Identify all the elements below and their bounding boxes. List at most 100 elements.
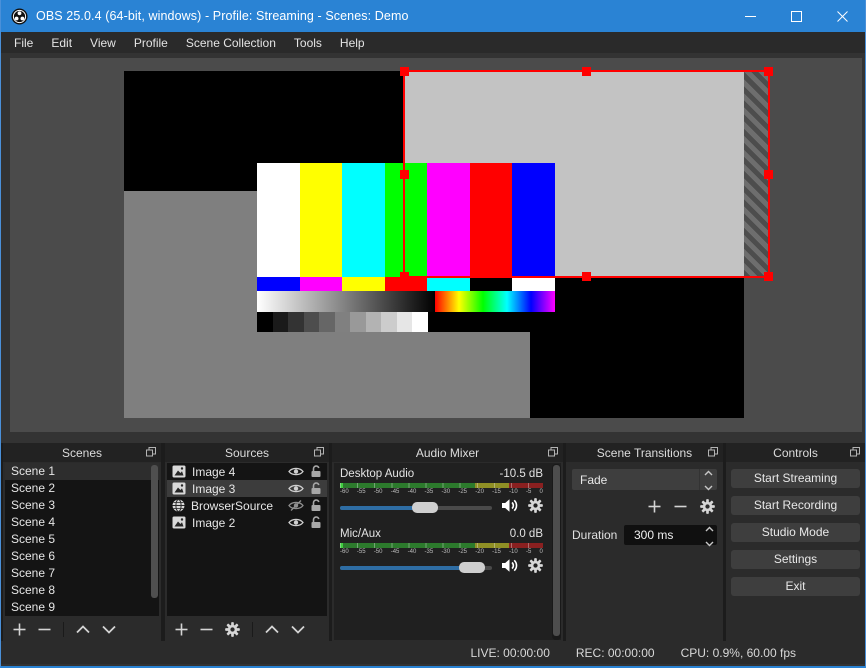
move-source-up-button[interactable] [265, 624, 279, 634]
selection-handle-bottom-middle[interactable] [582, 272, 591, 281]
sources-panel-header: Sources [165, 443, 329, 462]
lock-icon[interactable] [310, 499, 322, 512]
selection-handle-middle-right[interactable] [764, 169, 773, 179]
chevron-down-icon[interactable] [704, 480, 713, 494]
dock-float-icon[interactable] [314, 447, 324, 457]
menu-item-view[interactable]: View [81, 36, 125, 50]
scene-item[interactable]: Scene 8 [5, 582, 159, 599]
controls-panel-title: Controls [773, 445, 818, 460]
globe-icon [172, 499, 185, 512]
remove-transition-button[interactable] [674, 500, 687, 513]
meter-tick-label: -20 [475, 489, 484, 495]
add-transition-button[interactable] [648, 500, 661, 513]
pattern-step [365, 312, 382, 332]
channel-gear-icon[interactable] [528, 497, 543, 518]
toolbar-separator [63, 621, 64, 637]
scene-item[interactable]: Scene 6 [5, 548, 159, 565]
move-source-down-button[interactable] [291, 625, 305, 634]
selection-handle-top-left[interactable] [400, 67, 409, 76]
source-item[interactable]: Image 3 [167, 480, 327, 497]
combo-spinner[interactable] [699, 469, 717, 491]
transition-select[interactable]: Fade [572, 469, 717, 491]
source-properties-gear-icon[interactable] [225, 621, 240, 637]
visibility-eye-icon[interactable] [288, 466, 304, 477]
channel-gear-icon[interactable] [528, 557, 543, 578]
close-button[interactable] [819, 0, 865, 32]
source-item[interactable]: Image 2 [167, 514, 327, 531]
dock-float-icon[interactable] [146, 447, 156, 457]
chevron-down-icon[interactable] [705, 536, 714, 550]
scene-item[interactable]: Scene 7 [5, 565, 159, 582]
lock-icon[interactable] [310, 516, 322, 529]
scene-item[interactable]: Scene 5 [5, 531, 159, 548]
selection-handle-bottom-left[interactable] [400, 272, 409, 281]
visibility-eye-icon[interactable] [288, 483, 304, 494]
mixer-scrollbar[interactable] [552, 464, 561, 640]
dock-float-icon[interactable] [850, 447, 860, 457]
menu-item-file[interactable]: File [5, 36, 42, 50]
controls-panel: Controls Start Streaming Start Recording S… [726, 443, 865, 642]
scene-item[interactable]: Scene 3 [5, 497, 159, 514]
volume-slider-handle[interactable] [459, 562, 486, 573]
source-item[interactable]: BrowserSource [167, 497, 327, 514]
volume-slider-handle[interactable] [412, 502, 439, 513]
source-name: BrowserSource [191, 498, 274, 513]
selection-handle-top-right[interactable] [764, 67, 773, 76]
menu-item-profile[interactable]: Profile [125, 36, 177, 50]
menu-item-help[interactable]: Help [331, 36, 374, 50]
volume-slider[interactable] [340, 502, 492, 513]
pattern-step [257, 312, 273, 332]
volume-slider[interactable] [340, 562, 492, 573]
settings-button[interactable]: Settings [731, 550, 860, 569]
selection-border[interactable] [400, 67, 773, 281]
start-streaming-button[interactable]: Start Streaming [731, 469, 860, 488]
remove-scene-button[interactable] [38, 623, 51, 636]
scenes-panel-header: Scenes [3, 443, 161, 462]
exit-button[interactable]: Exit [731, 577, 860, 596]
scene-item[interactable]: Scene 4 [5, 514, 159, 531]
menu-item-edit[interactable]: Edit [42, 36, 81, 50]
scrollbar-thumb[interactable] [553, 465, 560, 636]
add-source-button[interactable] [175, 623, 188, 636]
studio-mode-button[interactable]: Studio Mode [731, 523, 860, 542]
menu-item-tools[interactable]: Tools [285, 36, 331, 50]
pattern-step [396, 312, 413, 332]
move-scene-down-button[interactable] [102, 625, 116, 634]
add-scene-button[interactable] [13, 623, 26, 636]
source-item[interactable]: Image 4 [167, 463, 327, 480]
meter-tick-label: -25 [458, 489, 468, 495]
selection-handle-bottom-right[interactable] [764, 272, 773, 281]
scene-item[interactable]: Scene 1 [5, 463, 159, 480]
selection-handle-top-middle[interactable] [582, 67, 591, 76]
transition-properties-gear-icon[interactable] [700, 499, 715, 514]
meter-tick-label: -20 [475, 549, 484, 555]
pattern-square [512, 277, 556, 291]
move-scene-up-button[interactable] [76, 624, 90, 634]
visibility-eye-off-icon[interactable] [288, 500, 304, 511]
dock-float-icon[interactable] [708, 447, 718, 457]
duration-input[interactable]: 300 ms [624, 525, 717, 546]
scene-item[interactable]: Scene 9 [5, 599, 159, 616]
speaker-icon[interactable] [501, 558, 519, 578]
visibility-eye-icon[interactable] [288, 517, 304, 528]
chevron-up-icon[interactable] [704, 465, 713, 479]
lock-icon[interactable] [310, 482, 322, 495]
remove-source-button[interactable] [200, 623, 213, 636]
meter-tick-label: -45 [390, 549, 400, 555]
lock-icon[interactable] [310, 465, 322, 478]
pattern-square [342, 277, 385, 291]
minimize-button[interactable] [727, 0, 773, 32]
duration-spinner[interactable] [705, 521, 717, 550]
scrollbar-thumb[interactable] [151, 465, 158, 598]
dock-float-icon[interactable] [548, 447, 558, 457]
chevron-up-icon[interactable] [705, 521, 714, 535]
selection-handle-middle-left[interactable] [400, 169, 409, 179]
duration-value: 300 ms [634, 528, 674, 542]
menu-item-scene-collection[interactable]: Scene Collection [177, 36, 285, 50]
maximize-button[interactable] [773, 0, 819, 32]
scene-item[interactable]: Scene 2 [5, 480, 159, 497]
pattern-square [257, 277, 300, 291]
scenes-scrollbar[interactable] [151, 465, 158, 615]
speaker-icon[interactable] [501, 498, 519, 518]
start-recording-button[interactable]: Start Recording [731, 496, 860, 515]
